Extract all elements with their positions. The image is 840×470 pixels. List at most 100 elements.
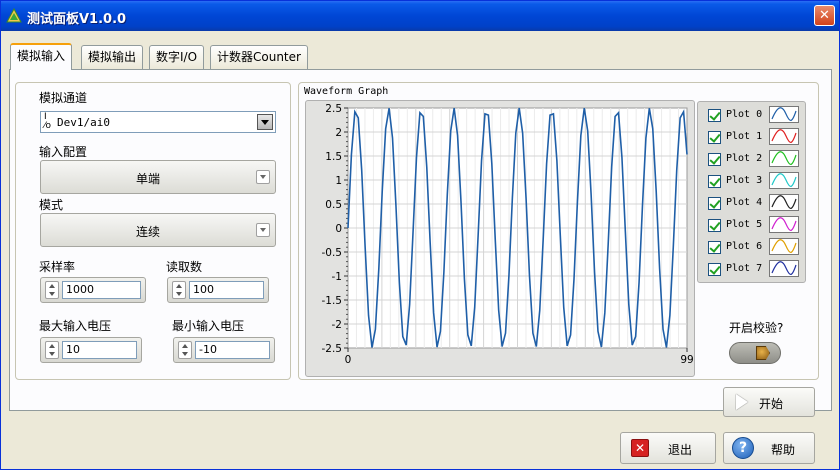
calibration-label: 开启校验?	[729, 321, 784, 335]
legend-item[interactable]: Plot 7	[706, 260, 799, 278]
legend-swatch-icon[interactable]	[769, 150, 799, 167]
y-tick-label: -1.5	[322, 295, 343, 307]
y-tick-label: 1	[335, 175, 342, 187]
input-config-label: 输入配置	[39, 145, 88, 159]
toggle-indicator-icon	[756, 346, 770, 360]
legend-label: Plot 5	[726, 219, 763, 230]
tab-analog-output[interactable]: 模拟输出	[81, 45, 144, 69]
max-voltage-input[interactable]: 10	[62, 341, 137, 359]
y-tick-label: 1.5	[325, 151, 342, 163]
x-tick-label: 99	[680, 354, 693, 366]
y-tick-label: -2	[332, 319, 342, 331]
sample-rate-stepper[interactable]	[45, 281, 59, 299]
legend-label: Plot 0	[726, 109, 763, 120]
legend-label: Plot 1	[726, 131, 763, 142]
channel-value: Dev1/ai0	[57, 116, 110, 129]
input-config-ring[interactable]: 单端	[40, 160, 276, 194]
mode-ring[interactable]: 连续	[40, 213, 276, 247]
waveform-plot[interactable]: 2.521.510.50-0.5-1-1.5-2-2.50 99	[306, 101, 696, 378]
window-close-button[interactable]: ✕	[814, 5, 835, 26]
y-tick-label: 0	[335, 223, 342, 235]
min-voltage-input[interactable]: -10	[195, 341, 270, 359]
y-tick-label: 2	[335, 127, 342, 139]
help-button[interactable]: ? 帮助	[723, 432, 815, 464]
start-button-label: 开始	[759, 397, 784, 411]
help-button-label: 帮助	[771, 443, 796, 457]
read-count-control[interactable]: 100	[167, 277, 269, 303]
close-icon: ✕	[631, 439, 649, 457]
plot-visibility-checkbox[interactable]	[708, 109, 721, 122]
input-config-dropdown-icon[interactable]	[256, 170, 270, 184]
channel-select[interactable]: I ⁄o Dev1/ai0	[40, 111, 276, 133]
legend-swatch-icon[interactable]	[769, 238, 799, 255]
legend-swatch-icon[interactable]	[769, 260, 799, 277]
legend-label: Plot 2	[726, 153, 763, 164]
exit-button-label: 退出	[668, 443, 693, 457]
title-bar[interactable]: 测试面板V1.0.0 ✕	[1, 1, 839, 31]
channel-label: 模拟通道	[39, 91, 88, 105]
legend-label: Plot 3	[726, 175, 763, 186]
tab-counter[interactable]: 计数器Counter	[210, 45, 308, 69]
plot-visibility-checkbox[interactable]	[708, 175, 721, 188]
y-tick-label: -0.5	[322, 247, 343, 259]
legend-item[interactable]: Plot 3	[706, 172, 799, 190]
exit-button[interactable]: ✕ 退出	[620, 432, 716, 464]
x-tick-label: 0	[345, 354, 352, 366]
legend-swatch-icon[interactable]	[769, 128, 799, 145]
plot-visibility-checkbox[interactable]	[708, 131, 721, 144]
plot-visibility-checkbox[interactable]	[708, 153, 721, 166]
help-icon: ?	[732, 437, 754, 459]
plot-visibility-checkbox[interactable]	[708, 197, 721, 210]
mode-value: 连续	[135, 225, 160, 239]
mode-dropdown-icon[interactable]	[256, 223, 270, 237]
tab-panel-analog-input: 模拟通道 I ⁄o Dev1/ai0 输入配置 单端 模式 连续 采样率 1000	[9, 69, 832, 411]
legend-swatch-icon[interactable]	[769, 216, 799, 233]
legend-label: Plot 4	[726, 197, 763, 208]
legend-item[interactable]: Plot 5	[706, 216, 799, 234]
legend-swatch-icon[interactable]	[769, 172, 799, 189]
play-icon	[736, 394, 748, 410]
legend-swatch-icon[interactable]	[769, 106, 799, 123]
tab-analog-input[interactable]: 模拟输入	[10, 43, 73, 70]
legend-item[interactable]: Plot 1	[706, 128, 799, 146]
sample-rate-label: 采样率	[39, 260, 76, 274]
channel-dropdown-icon[interactable]	[257, 114, 273, 130]
graph-title: Waveform Graph	[304, 86, 389, 97]
app-logo-icon	[6, 8, 22, 23]
min-voltage-label: 最小输入电压	[172, 319, 245, 333]
calibration-toggle[interactable]	[729, 342, 781, 364]
read-count-label: 读取数	[166, 260, 203, 274]
max-voltage-label: 最大输入电压	[39, 319, 112, 333]
plot-visibility-checkbox[interactable]	[708, 219, 721, 232]
read-count-input[interactable]: 100	[189, 281, 264, 299]
y-tick-label: 2.5	[325, 103, 342, 115]
max-voltage-control[interactable]: 10	[40, 337, 142, 363]
legend-swatch-icon[interactable]	[769, 194, 799, 211]
main-window: 测试面板V1.0.0 ✕ 模拟输入 模拟输出 数字I/O 计数器Counter …	[0, 0, 840, 470]
read-count-stepper[interactable]	[172, 281, 186, 299]
sample-rate-control[interactable]: 1000	[40, 277, 146, 303]
y-tick-label: -1	[332, 271, 342, 283]
max-voltage-stepper[interactable]	[45, 341, 59, 359]
plot-visibility-checkbox[interactable]	[708, 263, 721, 276]
tab-digital-io[interactable]: 数字I/O	[149, 45, 205, 69]
plot-visibility-checkbox[interactable]	[708, 241, 721, 254]
input-config-value: 单端	[135, 172, 160, 186]
sample-rate-input[interactable]: 1000	[62, 281, 141, 299]
legend-item[interactable]: Plot 4	[706, 194, 799, 212]
min-voltage-control[interactable]: -10	[173, 337, 275, 363]
legend-label: Plot 6	[726, 241, 763, 252]
waveform-graph[interactable]: 2.5 2 1.5 1 0.5 0 -0.5 -1 -1.5 -2 -2.5 0 99	[305, 100, 695, 377]
graph-group: Waveform Graph 2.5 2 1.5 1 0.5 0 -0.5 -1 -1.5 -2 -…	[298, 82, 819, 380]
y-tick-label: -2.5	[322, 343, 343, 355]
y-tick-label: 0.5	[325, 199, 342, 211]
window-title: 测试面板V1.0.0	[27, 12, 127, 27]
legend-item[interactable]: Plot 0	[706, 106, 799, 124]
min-voltage-stepper[interactable]	[178, 341, 192, 359]
io-name-icon: I ⁄o	[44, 112, 52, 131]
start-button[interactable]: 开始	[723, 387, 815, 417]
settings-group: 模拟通道 I ⁄o Dev1/ai0 输入配置 单端 模式 连续 采样率 1000	[15, 82, 291, 380]
legend-item[interactable]: Plot 6	[706, 238, 799, 256]
legend-item[interactable]: Plot 2	[706, 150, 799, 168]
mode-label: 模式	[39, 198, 64, 212]
